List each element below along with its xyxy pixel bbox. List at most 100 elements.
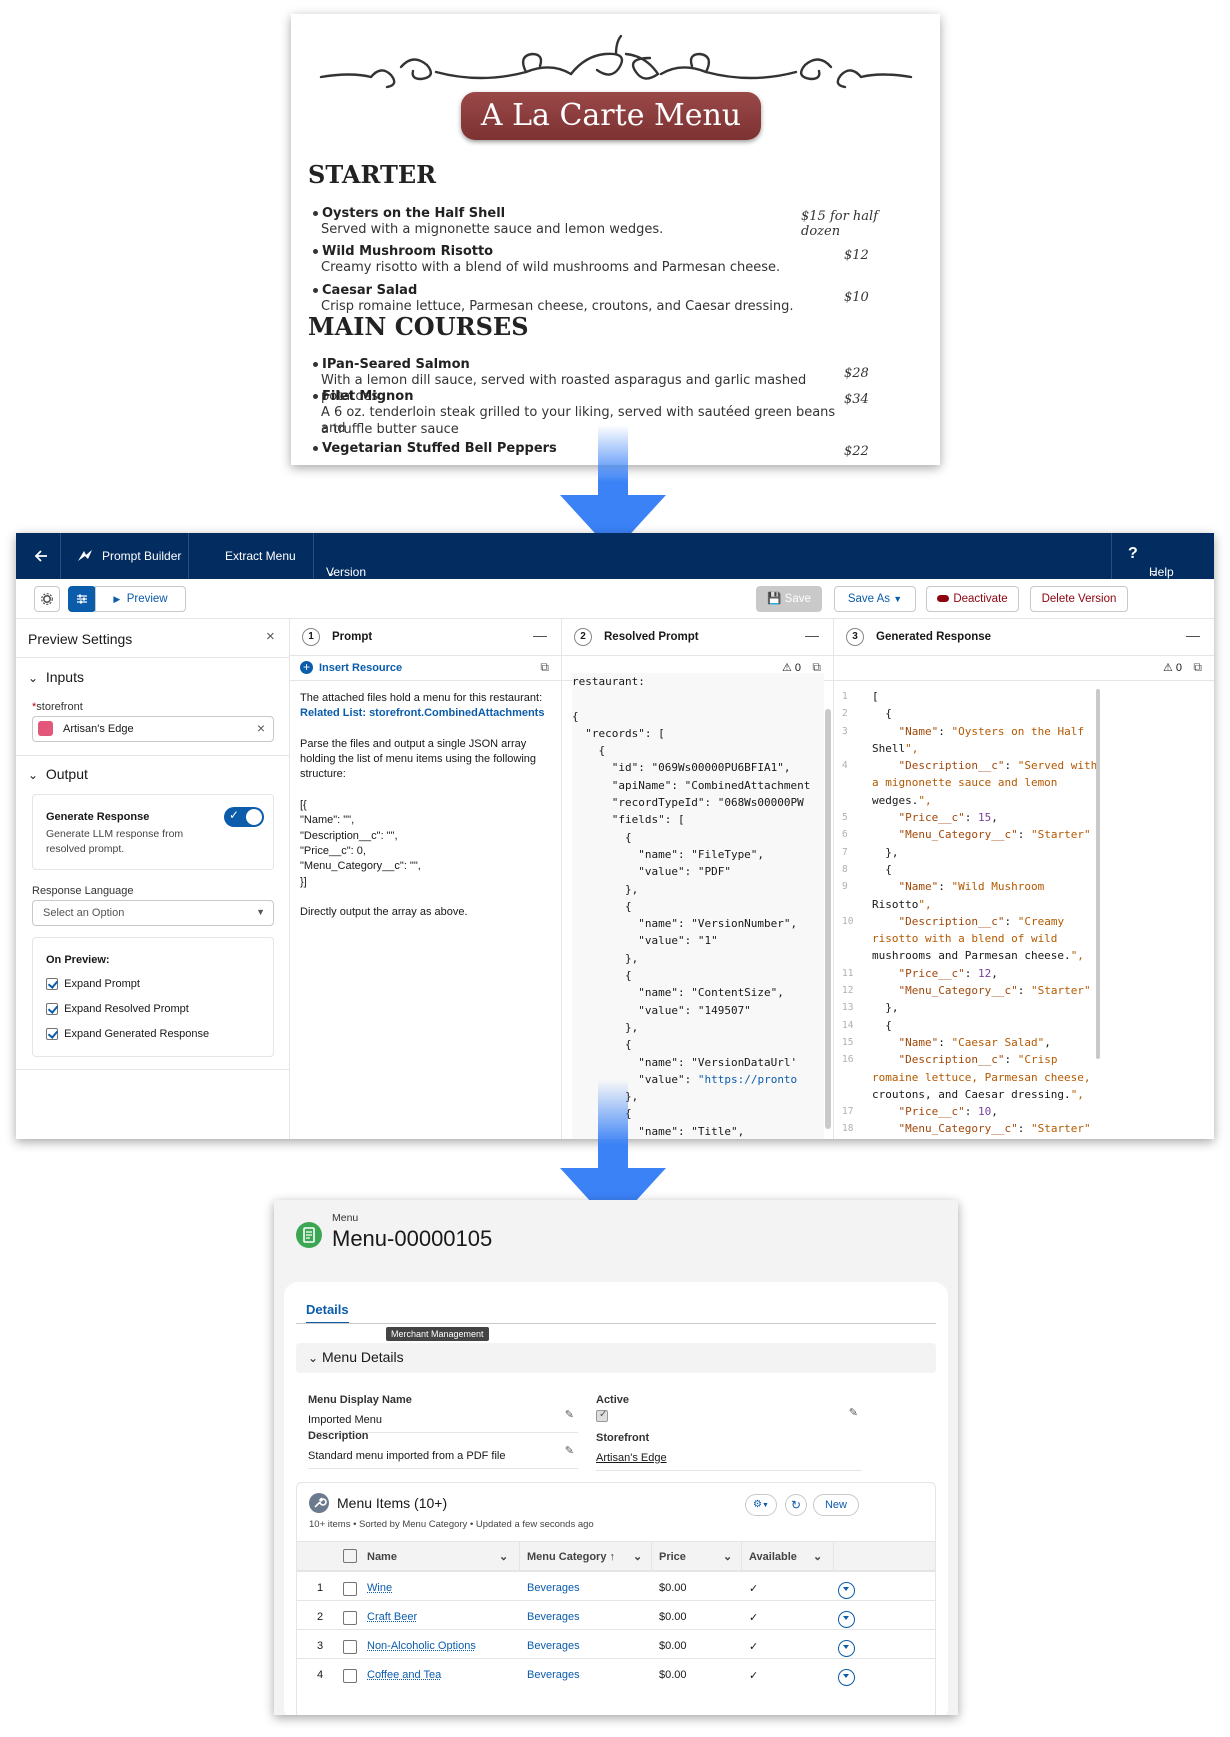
response-language-select[interactable]: Select an Option ▼: [32, 900, 274, 926]
line-number: 8: [842, 863, 848, 875]
resolved-line: "records": [: [572, 726, 665, 740]
prompt-line: [300, 722, 544, 737]
table-row[interactable]: 4 Coffee and Tea Beverages $0.00 ✓: [297, 1658, 935, 1690]
row-checkbox[interactable]: [343, 1611, 357, 1625]
menu-item-price: $22: [844, 444, 869, 459]
clear-icon[interactable]: ×: [257, 720, 265, 736]
tab-details[interactable]: Details: [306, 1302, 349, 1324]
chevron-down-icon[interactable]: ⌄: [499, 1542, 508, 1572]
row-checkbox[interactable]: [343, 1582, 357, 1596]
response-line: Risotto",: [872, 897, 932, 911]
refresh-icon[interactable]: ↻: [785, 1494, 807, 1516]
option-expand-prompt[interactable]: Expand Prompt: [46, 978, 140, 991]
chevron-down-icon[interactable]: ⌄: [723, 1542, 732, 1572]
checkbox[interactable]: [46, 1028, 58, 1041]
row-actions-icon[interactable]: [838, 1582, 855, 1599]
resolved-line: {: [572, 969, 632, 983]
table-row[interactable]: 3 Non-Alcoholic Options Beverages $0.00 ✓: [297, 1629, 935, 1661]
copy-icon[interactable]: ⧉: [1193, 660, 1202, 675]
help-icon[interactable]: ?: [1128, 545, 1138, 563]
item-name-link[interactable]: Craft Beer: [367, 1611, 417, 1623]
collapse-icon[interactable]: —: [805, 627, 819, 643]
response-line: 1[: [842, 688, 1092, 705]
item-category[interactable]: Beverages: [527, 1640, 580, 1652]
row-actions-icon[interactable]: [838, 1640, 855, 1657]
table-header: Name ⌄ Menu Category ↑ ⌄ Price ⌄ Availab…: [297, 1541, 935, 1572]
table-row[interactable]: 1 Wine Beverages $0.00 ✓: [297, 1571, 935, 1603]
chevron-down-icon[interactable]: ⌄: [633, 1542, 642, 1572]
line-number: 12: [842, 985, 854, 997]
collapse-icon[interactable]: —: [533, 627, 547, 643]
select-all-checkbox[interactable]: [343, 1549, 357, 1563]
col-price[interactable]: Price: [659, 1542, 686, 1572]
col-name[interactable]: Name: [367, 1542, 397, 1572]
response-line: 13 },: [842, 999, 1092, 1016]
back-arrow-icon[interactable]: [34, 549, 48, 563]
storefront-lookup[interactable]: Artisan's Edge ×: [32, 716, 274, 742]
table-row[interactable]: 2 Craft Beer Beverages $0.00 ✓: [297, 1600, 935, 1632]
row-actions-icon[interactable]: [838, 1611, 855, 1628]
add-icon[interactable]: +: [300, 661, 313, 674]
row-number: 1: [317, 1582, 324, 1594]
save-button[interactable]: 💾 Save: [756, 586, 822, 612]
scrollbar[interactable]: [825, 709, 831, 1129]
generated-response-text[interactable]: 1[2 {3 "Name": "Oysters on the Half Shell…: [842, 688, 1097, 1138]
caret-down-icon: ▼: [893, 594, 903, 604]
deactivate-button[interactable]: Deactivate: [926, 586, 1019, 612]
item-name-link[interactable]: Wine: [367, 1582, 392, 1594]
delete-version-button[interactable]: Delete Version: [1030, 586, 1128, 612]
item-name-link[interactable]: Non-Alcoholic Options: [367, 1640, 476, 1652]
generate-response-toggle[interactable]: ✓: [224, 807, 264, 827]
related-list-title[interactable]: Menu Items (10+): [337, 1495, 447, 1511]
checkbox[interactable]: [46, 978, 58, 991]
item-category[interactable]: Beverages: [527, 1582, 580, 1594]
caret-down-icon: ▼: [256, 907, 265, 917]
chevron-down-icon[interactable]: ⌄: [813, 1542, 822, 1572]
col-category[interactable]: Menu Category ↑: [527, 1542, 615, 1572]
preview-button[interactable]: ▶ Preview: [95, 586, 186, 612]
item-category[interactable]: Beverages: [527, 1611, 580, 1623]
menu-details-section[interactable]: ⌄ Menu Details: [296, 1343, 936, 1373]
preview-settings-toggle[interactable]: [68, 586, 96, 612]
collapse-icon[interactable]: —: [1186, 627, 1200, 643]
prompt-line: "Price__c": 0,: [300, 844, 366, 857]
checkbox[interactable]: [46, 1003, 58, 1016]
save-as-button[interactable]: Save As ▼: [834, 586, 916, 612]
object-label: Menu: [332, 1212, 359, 1224]
response-line: 14 {: [842, 1017, 1092, 1034]
line-number: 1: [842, 691, 848, 702]
item-category[interactable]: Beverages: [527, 1669, 580, 1681]
line-number: 2: [842, 708, 848, 720]
list-settings-button[interactable]: ⚙▼: [745, 1494, 777, 1516]
scrollbar[interactable]: [1096, 689, 1100, 1059]
response-line: Shell",: [872, 741, 919, 755]
resolved-line: restaurant:: [572, 675, 645, 688]
edit-pencil-icon[interactable]: ✎: [565, 1408, 574, 1421]
row-checkbox[interactable]: [343, 1669, 357, 1683]
prompt-line: "Name": "",: [300, 814, 355, 827]
insert-resource-button[interactable]: Insert Resource: [319, 662, 402, 674]
chevron-down-icon: ⌄: [28, 671, 39, 685]
settings-button[interactable]: [34, 586, 60, 612]
edit-pencil-icon[interactable]: ✎: [565, 1444, 574, 1457]
new-button[interactable]: New: [813, 1494, 859, 1516]
option-expand-generated[interactable]: Expand Generated Response: [46, 1028, 209, 1041]
edit-pencil-icon[interactable]: ✎: [849, 1406, 858, 1419]
prompt-text[interactable]: The attached files hold a menu for this …: [300, 691, 544, 920]
copy-icon[interactable]: ⧉: [540, 660, 549, 675]
template-name: Extract Menu: [225, 549, 296, 563]
col-available[interactable]: Available: [749, 1542, 797, 1572]
close-icon[interactable]: ×: [266, 628, 275, 645]
available-check-icon: ✓: [749, 1612, 759, 1624]
sliders-icon: [77, 594, 87, 604]
response-line: croutons, and Caesar dressing.",: [872, 1087, 1084, 1101]
inputs-section-toggle[interactable]: ⌄ Inputs: [28, 669, 84, 685]
item-name-link[interactable]: Coffee and Tea: [367, 1669, 441, 1681]
row-actions-icon[interactable]: [838, 1669, 855, 1686]
row-checkbox[interactable]: [343, 1640, 357, 1654]
option-expand-resolved[interactable]: Expand Resolved Prompt: [46, 1003, 189, 1016]
storefront-link[interactable]: Artisan's Edge: [596, 1452, 667, 1464]
resolved-prompt-text[interactable]: restaurant: { "records": [ { "id": "069W…: [572, 673, 824, 1139]
item-price: $0.00: [659, 1669, 687, 1681]
output-section-toggle[interactable]: ⌄ Output: [28, 766, 88, 782]
